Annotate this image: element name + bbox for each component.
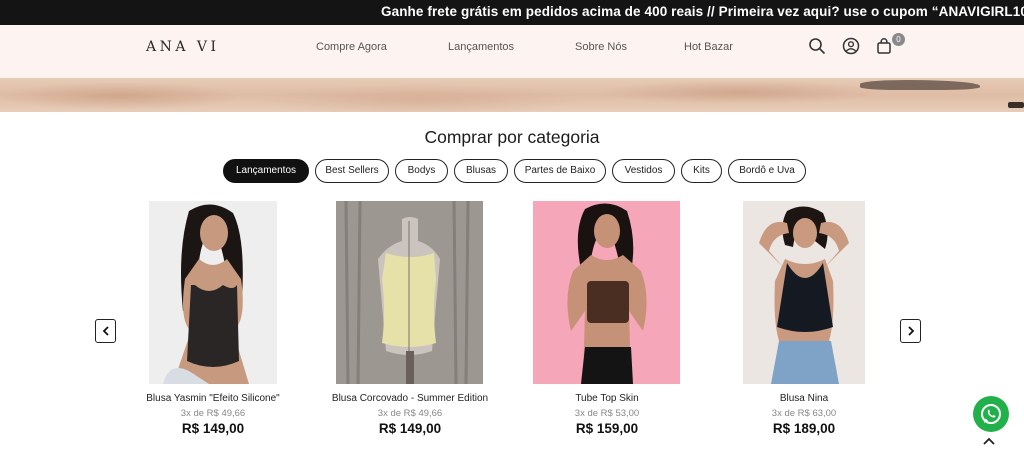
site-header: ANA VI Compre Agora Lançamentos Sobre Nó… [0, 25, 1024, 78]
product-price: R$ 159,00 [575, 421, 639, 436]
category-tab-vestidos[interactable]: Vestidos [612, 159, 675, 183]
product-installments: 3x de R$ 63,00 [771, 408, 837, 419]
hero-rock-shape [860, 80, 980, 90]
product-image[interactable] [743, 201, 865, 384]
product-image[interactable] [149, 201, 277, 384]
product-price: R$ 149,00 [181, 421, 245, 436]
whatsapp-button[interactable] [973, 396, 1009, 432]
hero-banner[interactable] [0, 78, 1024, 112]
category-tab-best-sellers[interactable]: Best Sellers [315, 159, 389, 183]
chevron-left-icon [102, 326, 109, 336]
nav-hot-bazar[interactable]: Hot Bazar [684, 41, 733, 53]
category-tab-kits[interactable]: Kits [681, 159, 722, 183]
carousel-next-button[interactable] [900, 319, 921, 343]
section-title: Comprar por categoria [424, 127, 600, 147]
scroll-to-top-button[interactable] [982, 434, 996, 448]
product-price: R$ 149,00 [378, 421, 442, 436]
site-logo[interactable]: ANA VI [146, 39, 220, 55]
whatsapp-icon [981, 404, 1001, 424]
category-tab-partes-de-baixo[interactable]: Partes de Baixo [514, 159, 606, 183]
category-tab-bordo-e-uva[interactable]: Bordô e Uva [728, 159, 806, 183]
product-price: R$ 189,00 [772, 421, 836, 436]
category-tab-blusas[interactable]: Blusas [454, 159, 508, 183]
carousel-prev-button[interactable] [95, 319, 116, 343]
product-installments: 3x de R$ 53,00 [574, 408, 640, 419]
product-installments: 3x de R$ 49,66 [377, 408, 443, 419]
nav-compre-agora[interactable]: Compre Agora [316, 41, 387, 53]
product-name[interactable]: Blusa Yasmin "Efeito Silicone" [113, 393, 313, 404]
promo-bar: Ganhe frete grátis em pedidos acima de 4… [0, 0, 1024, 25]
promo-text: Ganhe frete grátis em pedidos acima de 4… [381, 4, 1024, 19]
chevron-up-icon [983, 437, 995, 445]
category-tab-lancamentos[interactable]: Lançamentos [223, 159, 309, 183]
search-icon[interactable] [808, 37, 828, 57]
nav-lancamentos[interactable]: Lançamentos [448, 41, 514, 53]
product-image[interactable] [336, 201, 483, 384]
user-icon[interactable] [842, 37, 862, 57]
product-image[interactable] [533, 201, 680, 384]
product-name[interactable]: Blusa Corcovado - Summer Edition [310, 393, 510, 404]
product-name[interactable]: Tube Top Skin [507, 393, 707, 404]
product-name[interactable]: Blusa Nina [704, 393, 904, 404]
category-tab-bodys[interactable]: Bodys [395, 159, 448, 183]
cart-count-badge: 0 [892, 33, 905, 46]
chevron-right-icon [908, 326, 915, 336]
nav-sobre-nos[interactable]: Sobre Nós [575, 41, 627, 53]
product-installments: 3x de R$ 49,66 [180, 408, 246, 419]
hero-rock-shape [1008, 102, 1024, 108]
